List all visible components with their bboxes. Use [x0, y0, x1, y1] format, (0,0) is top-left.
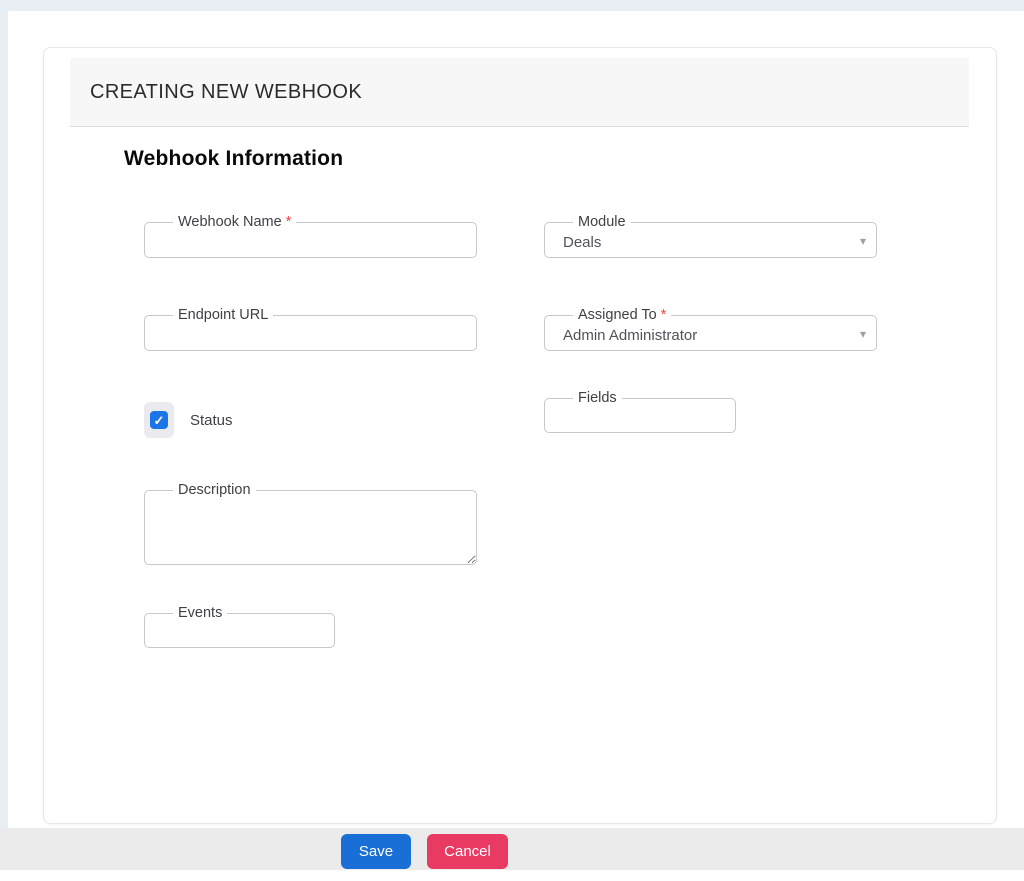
card-header: CREATING NEW WEBHOOK	[70, 58, 969, 127]
endpoint-url-label: Endpoint URL	[173, 307, 273, 324]
cancel-button[interactable]: Cancel	[427, 834, 508, 869]
webhook-name-field[interactable]: Webhook Name *	[144, 222, 477, 258]
description-label: Description	[173, 482, 256, 499]
page-title: CREATING NEW WEBHOOK	[90, 81, 362, 104]
webhook-name-label: Webhook Name *	[173, 214, 296, 231]
section-title: Webhook Information	[124, 147, 343, 171]
module-selected-value: Deals	[563, 223, 601, 257]
description-textarea[interactable]	[145, 491, 476, 564]
assigned-to-selected-value: Admin Administrator	[563, 316, 697, 350]
endpoint-url-field[interactable]: Endpoint URL	[144, 315, 477, 351]
status-checkbox-box: ✓	[150, 411, 168, 429]
assigned-to-select[interactable]: Assigned To * Admin Administrator ▾	[544, 315, 877, 351]
status-label: Status	[190, 412, 233, 429]
webhook-form-card: CREATING NEW WEBHOOK Webhook Information…	[43, 47, 997, 824]
status-checkbox[interactable]: ✓	[144, 402, 174, 438]
page: CREATING NEW WEBHOOK Webhook Information…	[0, 0, 1024, 881]
fields-field[interactable]: Fields	[544, 398, 736, 433]
caret-down-icon: ▾	[860, 235, 866, 247]
fields-label: Fields	[573, 390, 622, 407]
events-label: Events	[173, 605, 227, 622]
checkmark-icon: ✓	[154, 414, 165, 427]
events-field[interactable]: Events	[144, 613, 335, 648]
content-panel: CREATING NEW WEBHOOK Webhook Information…	[8, 11, 1024, 881]
description-field[interactable]: Description	[144, 490, 477, 565]
status-row: ✓ Status	[144, 402, 233, 438]
page-top-margin	[0, 0, 1024, 11]
page-left-margin	[0, 11, 8, 828]
module-select[interactable]: Module Deals ▾	[544, 222, 877, 258]
footer-action-bar	[0, 828, 1024, 870]
caret-down-icon: ▾	[860, 328, 866, 340]
save-button[interactable]: Save	[341, 834, 411, 869]
required-asterisk: *	[286, 214, 292, 230]
